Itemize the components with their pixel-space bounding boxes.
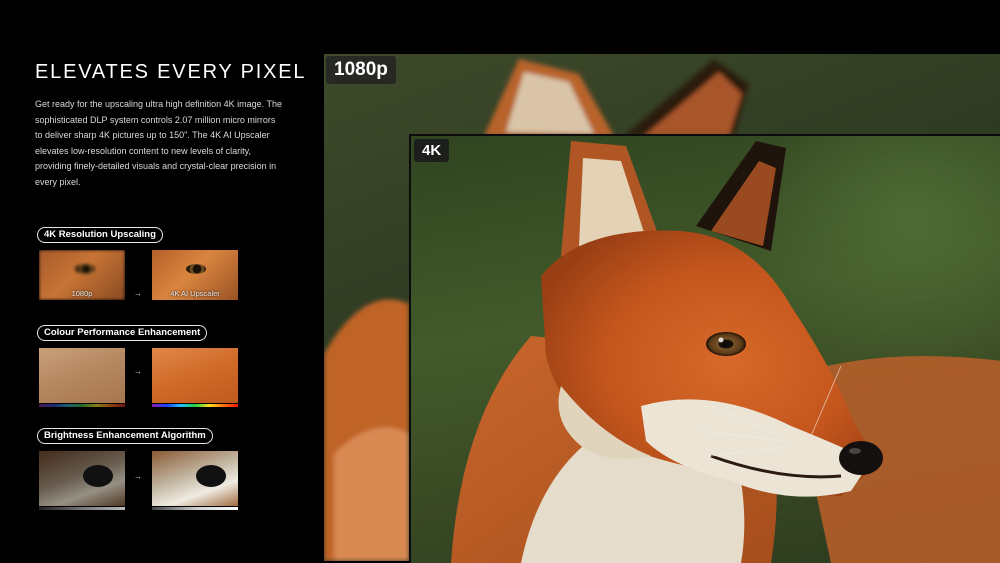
caption-1080p: 1080p (71, 289, 93, 298)
spectrum-bar (152, 404, 238, 407)
arrow-icon: → (134, 289, 142, 298)
brightness-bar (39, 507, 125, 510)
feature-label-brightness: Brightness Enhancement Algorithm (37, 428, 213, 444)
spectrum-bar (39, 404, 125, 407)
fox-nose-icon (83, 465, 113, 487)
brightness-bar (152, 507, 238, 510)
fox-eye-icon (75, 264, 95, 274)
thumb-brightness-after (152, 451, 238, 506)
thumb-brightness-before (39, 451, 125, 506)
description-text: Get ready for the upscaling ultra high d… (35, 99, 282, 187)
label-4k: 4K (414, 139, 450, 162)
fox-eye-icon (706, 332, 746, 356)
arrow-icon: → (134, 472, 142, 481)
thumb-colour-before (39, 348, 125, 403)
feature-label-upscaling: 4K Resolution Upscaling (37, 227, 163, 243)
arrow-icon: → (134, 367, 142, 376)
fox-nose-icon (839, 441, 883, 475)
thumb-colour-after (152, 348, 238, 403)
fox-nose-icon (196, 465, 226, 487)
fox-image-4k (451, 141, 1000, 563)
fox-eye-icon (186, 264, 206, 274)
caption-4k-upscaler: 4K AI Upscaler (170, 289, 220, 298)
panel-4k: 4K (409, 134, 1000, 563)
headline: ELEVATES EVERY PIXEL (35, 61, 307, 83)
thumb-1080p: 1080p (39, 250, 125, 300)
label-1080p: 1080p (326, 56, 396, 84)
thumb-4k-upscaler: 4K AI Upscaler (152, 250, 238, 300)
feature-label-colour: Colour Performance Enhancement (37, 325, 208, 341)
